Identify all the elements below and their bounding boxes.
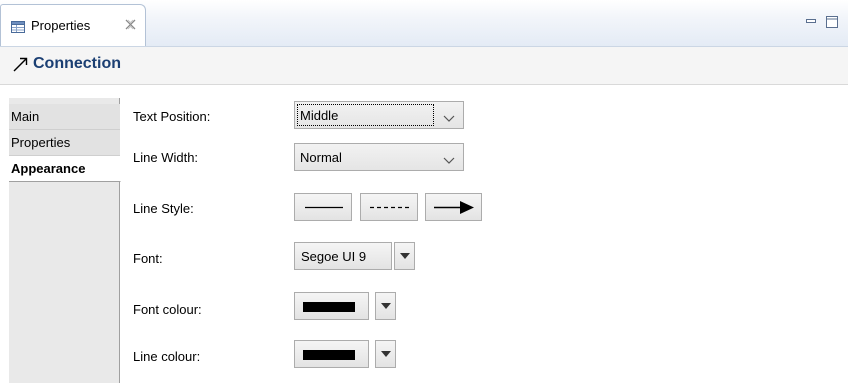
tab-list-background <box>9 183 119 383</box>
properties-header: Connection <box>0 47 848 85</box>
maximize-icon[interactable] <box>825 15 839 29</box>
font-dropdown-button[interactable] <box>394 242 415 270</box>
triangle-down-icon <box>400 253 410 259</box>
connection-arrow-icon <box>12 55 28 72</box>
font-colour-swatch <box>303 302 355 312</box>
line-colour-label: Line colour: <box>133 349 201 364</box>
text-position-select[interactable]: Middle <box>294 101 464 129</box>
arrow-line-button[interactable] <box>425 193 482 221</box>
solid-line-icon <box>305 206 343 209</box>
line-colour-dropdown-button[interactable] <box>375 340 396 368</box>
property-tab-list: Main Properties Appearance <box>9 98 121 383</box>
header-title: Connection <box>33 55 121 72</box>
tab-properties[interactable]: Properties <box>9 130 120 156</box>
dashed-line-icon <box>370 206 410 209</box>
line-width-label: Line Width: <box>133 150 199 165</box>
triangle-down-icon <box>381 351 391 357</box>
chevron-down-icon <box>443 111 455 122</box>
line-style-label: Line Style: <box>133 201 194 216</box>
font-colour-dropdown-button[interactable] <box>375 292 396 320</box>
line-colour-button[interactable] <box>294 340 369 368</box>
tab-properties-label: Properties <box>11 135 71 150</box>
line-width-value: Normal <box>300 150 342 165</box>
font-button[interactable]: Segoe UI 9 <box>294 242 392 270</box>
font-label: Font: <box>133 251 163 266</box>
font-value: Segoe UI 9 <box>301 249 367 264</box>
view-tab-title: Properties <box>31 18 91 33</box>
dashed-line-button[interactable] <box>360 193 418 221</box>
triangle-down-icon <box>381 303 391 309</box>
arrow-line-icon <box>434 201 474 214</box>
chevron-down-icon <box>443 153 455 164</box>
tab-appearance[interactable]: Appearance <box>9 156 121 182</box>
tab-main-label: Main <box>11 109 40 124</box>
view-tab-bar: Properties <box>0 0 848 47</box>
font-colour-label: Font colour: <box>133 302 202 317</box>
properties-view-tab[interactable]: Properties <box>0 4 146 46</box>
line-colour-swatch <box>303 350 355 360</box>
line-width-select[interactable]: Normal <box>294 143 464 171</box>
text-position-label: Text Position: <box>133 109 211 124</box>
close-icon[interactable] <box>125 18 136 33</box>
tab-main[interactable]: Main <box>9 104 120 130</box>
solid-line-button[interactable] <box>294 193 352 221</box>
minimize-icon[interactable] <box>804 15 818 29</box>
properties-table-icon <box>11 21 25 33</box>
text-position-value: Middle <box>300 108 339 123</box>
font-colour-button[interactable] <box>294 292 369 320</box>
tab-appearance-label: Appearance <box>11 161 86 176</box>
